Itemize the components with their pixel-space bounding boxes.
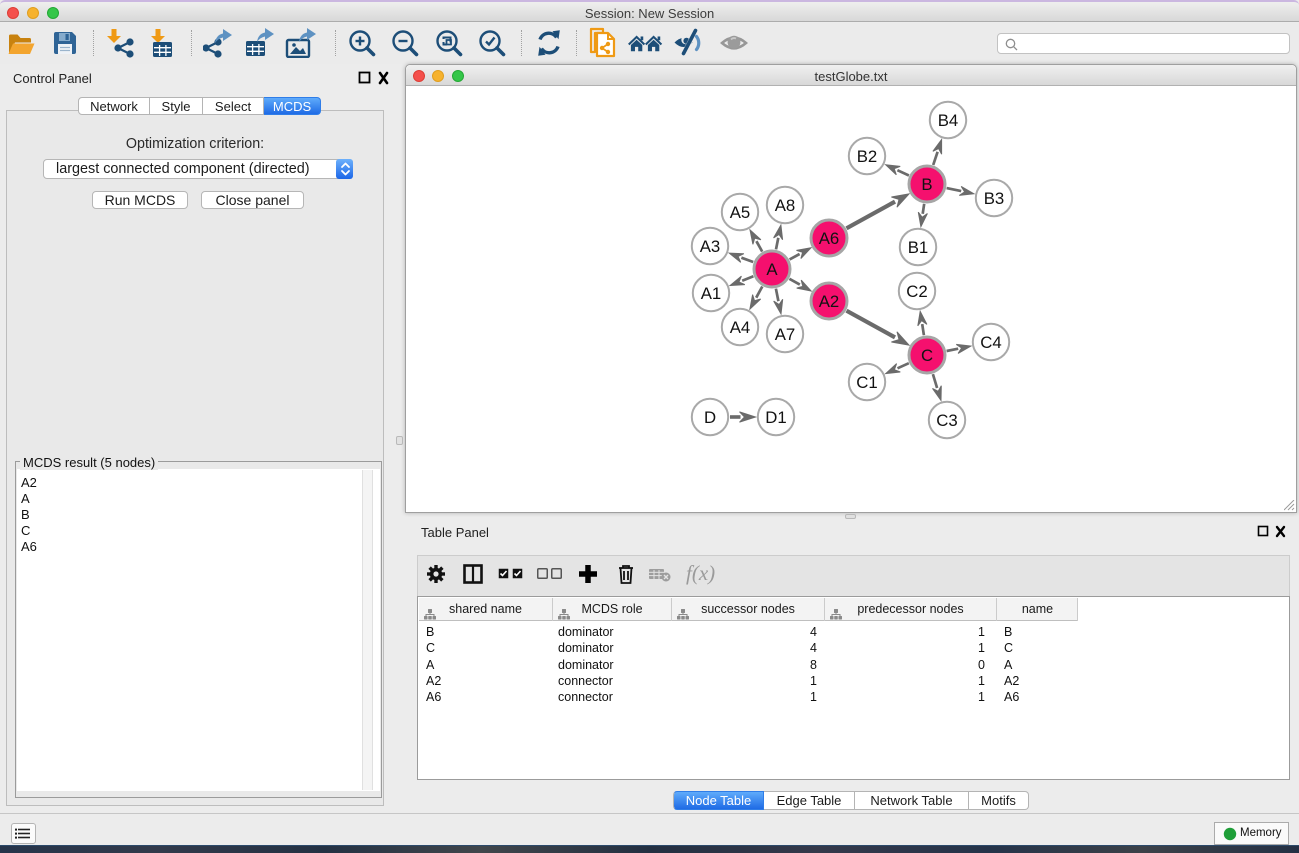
svg-text:B: B: [921, 175, 932, 194]
svg-text:C1: C1: [856, 373, 877, 392]
svg-text:A1: A1: [701, 284, 722, 303]
svg-text:B4: B4: [938, 111, 959, 130]
svg-text:A8: A8: [775, 196, 796, 215]
svg-text:A7: A7: [775, 325, 796, 344]
svg-text:D1: D1: [765, 408, 786, 427]
svg-text:D: D: [704, 408, 716, 427]
svg-text:C: C: [921, 346, 933, 365]
svg-text:B1: B1: [908, 238, 929, 257]
svg-text:A5: A5: [730, 203, 751, 222]
svg-text:C3: C3: [936, 411, 957, 430]
svg-text:B2: B2: [857, 147, 878, 166]
svg-text:B3: B3: [984, 189, 1005, 208]
svg-text:C2: C2: [906, 282, 927, 301]
svg-text:A4: A4: [730, 318, 751, 337]
svg-text:A2: A2: [819, 292, 840, 311]
svg-text:A: A: [766, 260, 778, 279]
svg-text:A3: A3: [700, 237, 721, 256]
svg-text:C4: C4: [980, 333, 1001, 352]
svg-text:A6: A6: [819, 229, 840, 248]
